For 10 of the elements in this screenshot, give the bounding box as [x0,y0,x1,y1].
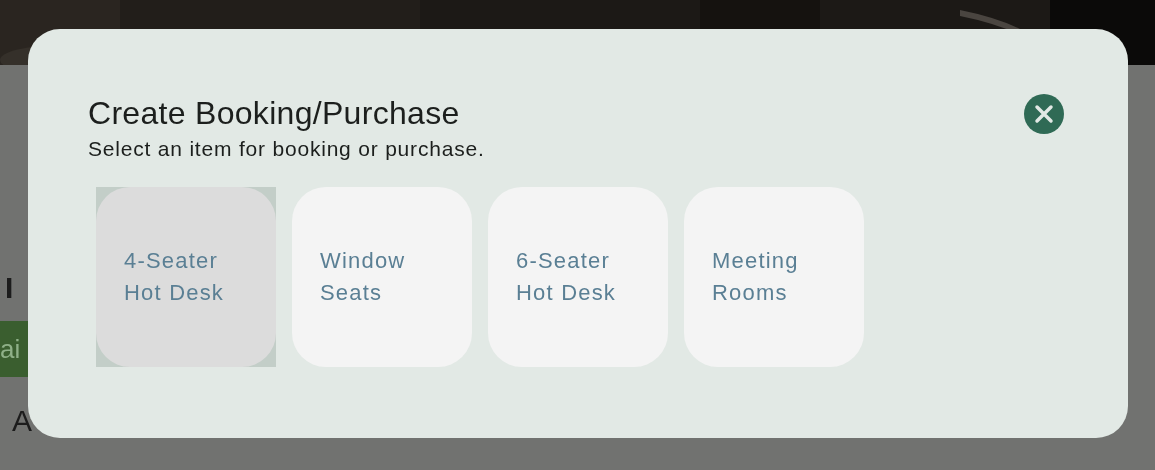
dialog-subtitle: Select an item for booking or purchase. [88,136,485,162]
field-label: A [12,403,32,439]
section-heading: I [5,270,14,306]
item-card[interactable]: 4-Seater Hot Desk [96,187,276,367]
item-card[interactable]: Meeting Rooms [684,187,864,367]
close-button[interactable] [1024,94,1064,134]
item-card[interactable]: Window Seats [292,187,472,367]
close-icon [1034,104,1054,124]
item-card[interactable]: 6-Seater Hot Desk [488,187,668,367]
dialog-title: Create Booking/Purchase [88,94,461,133]
